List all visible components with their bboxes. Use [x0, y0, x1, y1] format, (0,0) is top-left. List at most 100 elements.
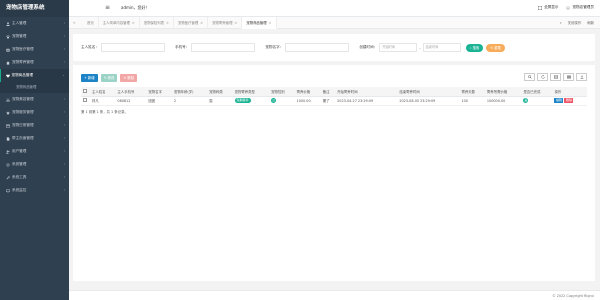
close-icon[interactable]: ⊗: [166, 21, 169, 25]
refresh-button[interactable]: 刷新: [587, 17, 594, 29]
reset-button[interactable]: ↻ 重置: [486, 43, 505, 52]
edit-button[interactable]: ✎ 修改: [100, 73, 118, 82]
tab-pet-goods[interactable]: 宠物商品管理 ⊗: [242, 17, 277, 29]
col-owner-phone[interactable]: 主人手机号: [115, 87, 147, 97]
cell-days: 100: [459, 96, 485, 106]
row-delete-button[interactable]: 删除: [564, 98, 574, 103]
chevron-left-icon: ‹: [63, 162, 65, 166]
close-icon[interactable]: ⊗: [234, 21, 237, 25]
sidebar-item-medical[interactable]: 宠物医疗管理 ‹: [0, 43, 69, 56]
close-icon[interactable]: ⊗: [132, 21, 135, 25]
select-all-checkbox[interactable]: [81, 87, 90, 97]
paw-icon: [6, 34, 10, 39]
tab-pet-insurance[interactable]: 宠物保险列表 ⊗: [140, 17, 174, 29]
sidebar-item-boarding[interactable]: 宠物寄养管理 ‹: [0, 56, 69, 69]
col-completed[interactable]: 是否已完成: [521, 87, 553, 97]
sidebar-item-system[interactable]: 系统管理 ‹: [0, 158, 69, 171]
col-owner-name[interactable]: 主人姓名: [89, 87, 116, 97]
chevron-left-icon: ‹: [63, 60, 65, 64]
table-row[interactable]: 林凡 080812 团团 2 猫 短期寄养 公 1000.00 撒了 2023-…: [81, 96, 587, 106]
columns-icon[interactable]: [563, 73, 574, 81]
col-pet-age[interactable]: 宠物年龄(岁): [171, 87, 208, 97]
close-icon[interactable]: ⊗: [200, 21, 203, 25]
owner-name-input[interactable]: [100, 43, 165, 52]
fullscreen-button[interactable]: 全屏显示: [538, 5, 558, 10]
sidebar-item-service[interactable]: 宠物服务管理 ‹: [0, 106, 69, 119]
sidebar-item-label: 宠物商品管理: [11, 73, 34, 77]
tab-list: 首页 主人简单内容管理 ⊗ 宠物保险列表 ⊗ 宠物医疗管理 ⊗ 宠物寄养管理 ⊗ 宠物商…: [83, 17, 277, 29]
sidebar-item-label: 宠物寄养管理: [12, 60, 34, 64]
col-end-time[interactable]: 结束寄养时间: [397, 87, 460, 97]
gear-icon: [6, 162, 10, 167]
col-pet-name[interactable]: 宠物名字: [146, 87, 172, 97]
submenu: 宠物商品管理: [0, 82, 69, 93]
sidebar-subitem-goods[interactable]: 宠物商品管理: [0, 82, 69, 93]
pet-name-input[interactable]: [285, 43, 350, 52]
export-icon[interactable]: [576, 73, 587, 81]
tab-label: 主人简单内容管理: [102, 21, 130, 25]
col-pet-gender[interactable]: 宠物性别: [269, 87, 295, 97]
end-time-input[interactable]: 结束时间: [422, 43, 461, 52]
refresh-icon[interactable]: [537, 73, 548, 81]
sidebar-item-monitor[interactable]: 系统监控 ‹: [0, 184, 69, 197]
add-button[interactable]: + 新增: [81, 73, 98, 82]
tab-pet-boarding[interactable]: 宠物寄养管理 ⊗: [208, 17, 243, 29]
row-edit-button[interactable]: 编辑: [554, 98, 564, 103]
tab-actions: » 关闭操作 刷新: [560, 17, 594, 29]
cell-price: 1000.00: [294, 96, 321, 106]
tab-home[interactable]: 首页: [83, 17, 99, 29]
hamburger-icon[interactable]: ≡: [105, 4, 110, 11]
table-toolbar: + 新增 ✎ 修改 ✕ 删除: [81, 73, 587, 82]
tab-label: 宠物医疗管理: [177, 21, 199, 25]
star-icon: [6, 110, 10, 115]
medkit-icon: [6, 48, 10, 52]
home-icon: [6, 60, 10, 65]
delete-button[interactable]: ✕ 删除: [120, 73, 138, 82]
cell-owner: 林凡: [89, 96, 116, 106]
col-note[interactable]: 备注: [320, 87, 336, 97]
col-total-price[interactable]: 寄养所需价格: [484, 87, 522, 97]
sidebar-item-goods[interactable]: 宠物商品管理 ⌄: [0, 69, 69, 82]
user-icon: [6, 21, 10, 26]
date-range-dash: -: [419, 45, 421, 50]
cell-done: 是: [521, 96, 553, 106]
sidebar-item-label: 系统工具: [12, 175, 27, 179]
sidebar-item-label: 用户管理: [12, 149, 27, 153]
start-time-input[interactable]: 开始时间: [379, 43, 418, 52]
sidebar-item-users[interactable]: 用户管理 ‹: [0, 145, 69, 158]
phone-input[interactable]: [191, 43, 256, 52]
sidebar-item-pages[interactable]: 帮主页面管理 ‹: [0, 132, 69, 145]
main-content: 主人姓名： 手机号： 宠物名字： 创建时间： 开始时间 - 结束时间 ⌕ 搜索 …: [73, 34, 595, 281]
table-tools: [524, 73, 587, 81]
sidebar-item-label: 主人管理: [12, 21, 27, 25]
toggle-view-icon[interactable]: [550, 73, 561, 81]
tab-owner-content[interactable]: 主人简单内容管理 ⊗: [99, 17, 140, 29]
col-boarding-type[interactable]: 宠物寄养类型: [232, 87, 270, 97]
col-days[interactable]: 寄养天数: [459, 87, 485, 97]
tabs-scroll-right-icon[interactable]: »: [560, 17, 562, 29]
chevron-down-icon: ⌄: [61, 73, 65, 77]
sidebar-item-daily[interactable]: 宠物日常管理 ‹: [0, 119, 69, 132]
close-ops-button[interactable]: 关闭操作: [568, 17, 582, 29]
search-toggle-icon[interactable]: [524, 73, 535, 81]
user-menu[interactable]: 宠物店管理员: [566, 5, 594, 10]
col-start-time[interactable]: 开始寄养时间: [335, 87, 398, 97]
sidebar-item-owners[interactable]: 主人管理 ‹: [0, 17, 69, 30]
sidebar-item-pets[interactable]: 宠物管理 ‹: [0, 30, 69, 43]
tabs-scroll-left-icon[interactable]: «: [73, 20, 75, 25]
search-button[interactable]: ⌕ 搜索: [465, 43, 484, 52]
chevron-left-icon: ‹: [63, 188, 65, 192]
col-pet-species[interactable]: 宠物种类: [207, 87, 233, 97]
sidebar-item-label: 宠物日常管理: [12, 123, 34, 127]
app-root: 宠物店管理系统 主人管理 ‹ 宠物管理 ‹ 宠物医疗管理 ‹ 宠物寄养管理 ‹: [0, 0, 600, 300]
cell-total: 100000.00: [484, 96, 522, 106]
col-boarding-price[interactable]: 寄养价格: [294, 87, 321, 97]
close-icon[interactable]: ⊗: [269, 21, 272, 25]
row-checkbox[interactable]: [81, 96, 90, 106]
tab-pet-medical[interactable]: 宠物医疗管理 ⊗: [174, 17, 209, 29]
owner-name-label: 主人姓名：: [81, 45, 99, 49]
monitor-icon: [6, 188, 10, 193]
table-header-row: 主人姓名 主人手机号 宠物名字 宠物年龄(岁) 宠物种类 宠物寄养类型 宠物性别…: [81, 87, 587, 97]
sidebar-item-beauty[interactable]: 宠物美容管理 ‹: [0, 93, 69, 106]
sidebar-item-tools[interactable]: 系统工具 ‹: [0, 171, 69, 184]
